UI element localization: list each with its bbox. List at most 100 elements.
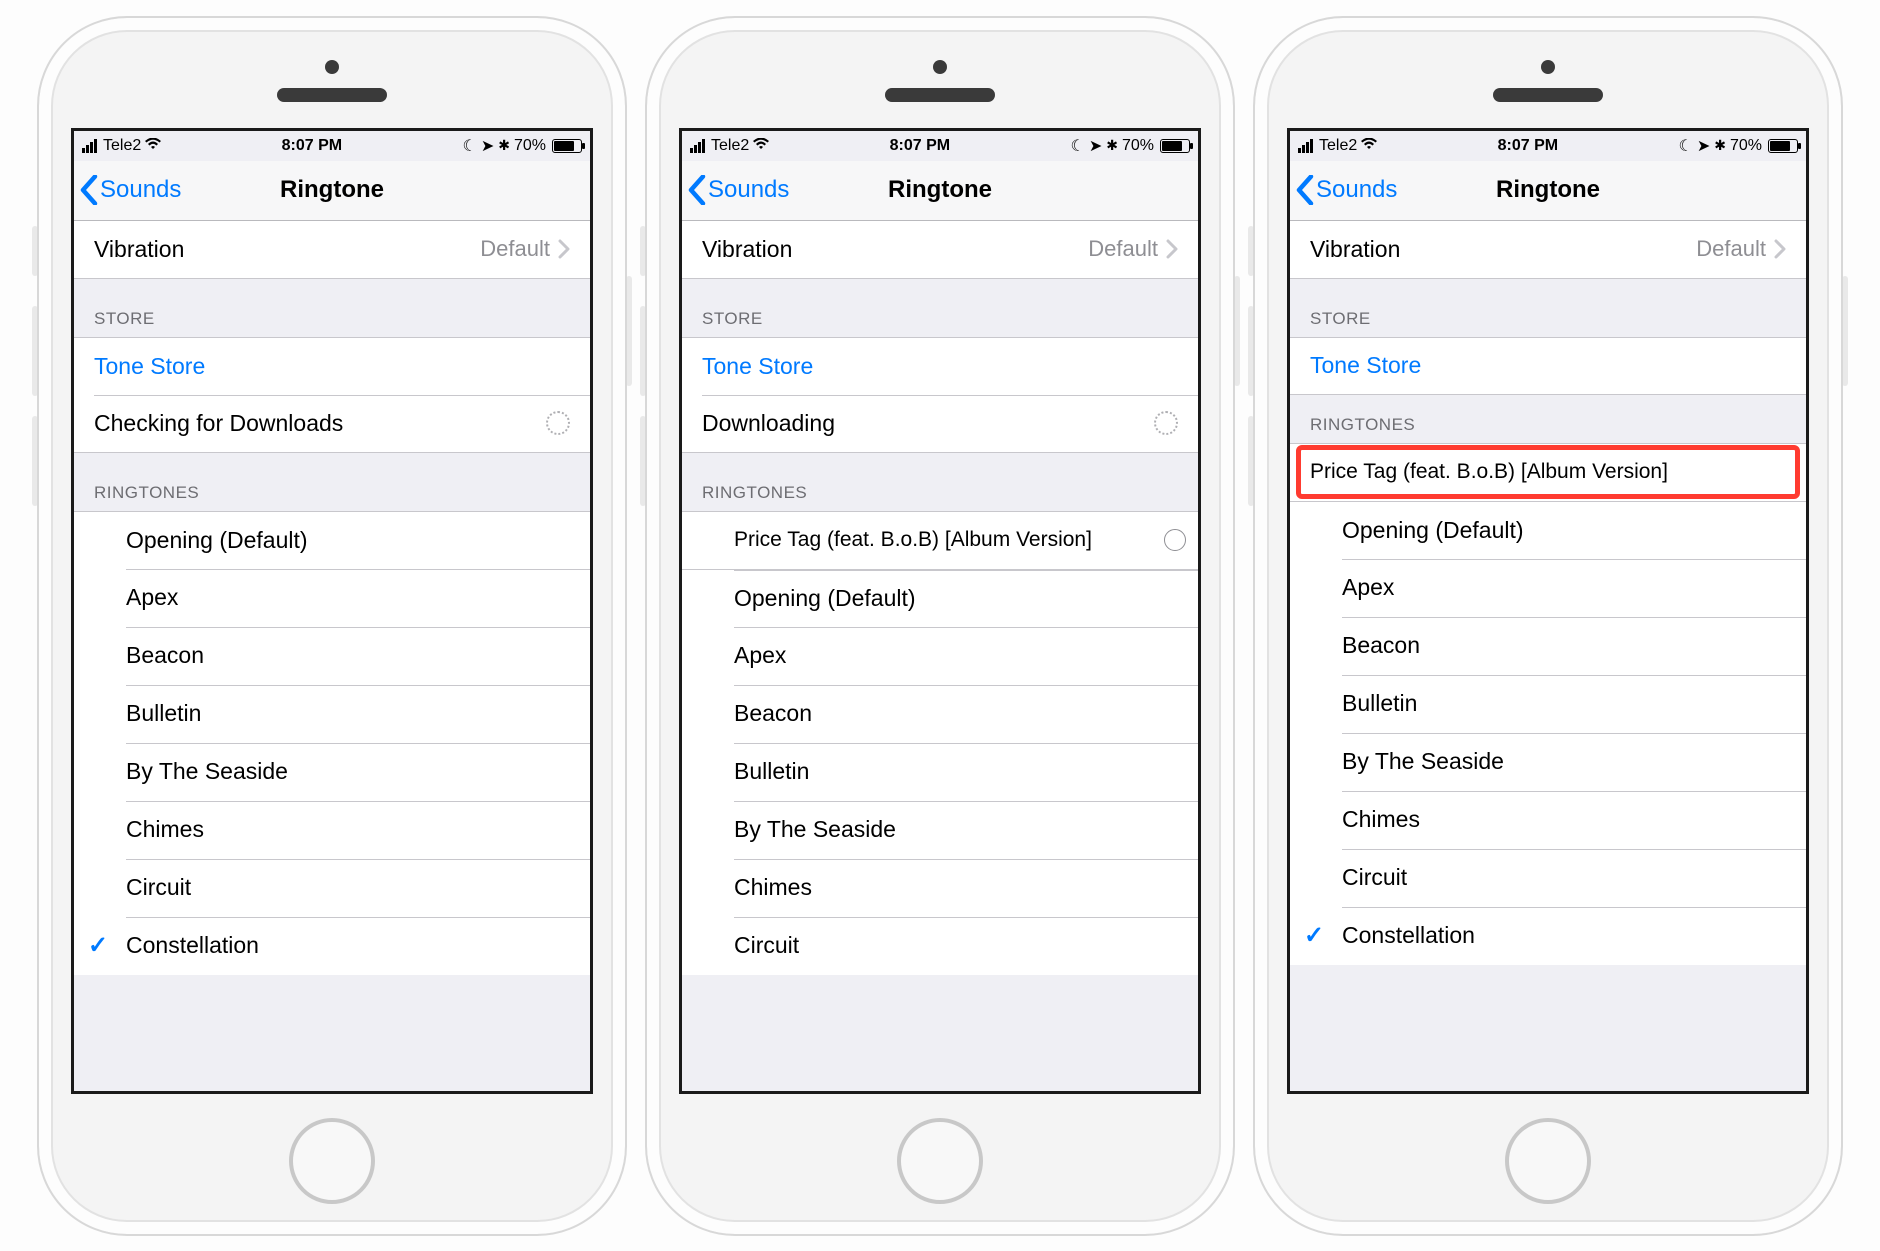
back-button[interactable]: Sounds <box>682 175 789 205</box>
ringtone-chimes[interactable]: Chimes <box>74 801 590 859</box>
ringtone-opening[interactable]: Opening (Default) <box>1290 501 1806 559</box>
dnd-icon: ☾ <box>1070 136 1084 156</box>
ringtone-chimes[interactable]: Chimes <box>1290 791 1806 849</box>
ringtone-beacon[interactable]: Beacon <box>1290 617 1806 675</box>
back-button[interactable]: Sounds <box>74 175 181 205</box>
phone-frame-2: Tele2 8:07 PM ☾ ➤ ✱ 70% Sounds Ringtone <box>645 16 1235 1236</box>
tone-store-row[interactable]: Tone Store <box>682 337 1198 395</box>
ringtone-seaside[interactable]: By The Seaside <box>682 801 1198 859</box>
tone-store-link: Tone Store <box>94 353 205 380</box>
ringtone-opening[interactable]: Opening (Default) <box>682 569 1198 627</box>
ringtone-circuit[interactable]: Circuit <box>1290 849 1806 907</box>
home-button[interactable] <box>897 1118 983 1204</box>
wifi-icon <box>753 137 769 154</box>
vibration-row[interactable]: Vibration Default <box>1290 221 1806 279</box>
vibration-row[interactable]: Vibration Default <box>74 221 590 279</box>
back-label: Sounds <box>100 176 181 204</box>
checkmark-icon: ✓ <box>88 931 108 960</box>
store-header: STORE <box>682 279 1198 337</box>
signal-icon <box>82 139 97 153</box>
battery-icon <box>552 139 582 153</box>
ringtone-constellation[interactable]: ✓ Constellation <box>1290 907 1806 965</box>
chevron-right-icon <box>558 239 570 259</box>
nav-bar: Sounds Ringtone <box>74 161 590 221</box>
battery-percent: 70% <box>514 137 546 155</box>
battery-icon <box>1768 139 1798 153</box>
signal-icon <box>690 139 705 153</box>
back-label: Sounds <box>1316 176 1397 204</box>
ringtones-header: RINGTONES <box>1290 395 1806 443</box>
camera-icon <box>1541 60 1555 74</box>
status-time: 8:07 PM <box>1498 137 1558 155</box>
ringtone-circuit[interactable]: Circuit <box>74 859 590 917</box>
ringtone-apex[interactable]: Apex <box>682 627 1198 685</box>
phone-frame-1: Tele2 8:07 PM ☾ ➤ ✱ 70% Soun <box>37 16 627 1236</box>
vibration-row[interactable]: Vibration Default <box>682 221 1198 279</box>
home-button[interactable] <box>289 1118 375 1204</box>
vibration-label: Vibration <box>702 236 792 263</box>
vibration-value: Default <box>480 236 550 262</box>
ringtone-apex[interactable]: Apex <box>74 569 590 627</box>
back-label: Sounds <box>708 176 789 204</box>
carrier-label: Tele2 <box>1319 137 1357 155</box>
status-time: 8:07 PM <box>282 137 342 155</box>
camera-icon <box>933 60 947 74</box>
wifi-icon <box>145 137 161 154</box>
spinner-icon <box>1154 411 1178 435</box>
checkmark-icon: ✓ <box>1304 921 1324 950</box>
ringtone-bulletin[interactable]: Bulletin <box>1290 675 1806 733</box>
vibration-label: Vibration <box>94 236 184 263</box>
speaker-icon <box>277 88 387 102</box>
status-time: 8:07 PM <box>890 137 950 155</box>
ringtone-bulletin[interactable]: Bulletin <box>74 685 590 743</box>
vibration-value: Default <box>1088 236 1158 262</box>
bluetooth-icon: ✱ <box>1106 137 1118 154</box>
home-button[interactable] <box>1505 1118 1591 1204</box>
dnd-icon: ☾ <box>462 136 476 156</box>
tone-store-link: Tone Store <box>702 353 813 380</box>
speaker-icon <box>885 88 995 102</box>
bluetooth-icon: ✱ <box>498 137 510 154</box>
ringtones-header: RINGTONES <box>682 453 1198 511</box>
camera-icon <box>325 60 339 74</box>
ringtone-opening[interactable]: Opening (Default) <box>74 511 590 569</box>
signal-icon <box>1298 139 1313 153</box>
location-icon: ➤ <box>481 136 494 156</box>
ringtone-beacon[interactable]: Beacon <box>682 685 1198 743</box>
battery-icon <box>1160 139 1190 153</box>
nav-bar: Sounds Ringtone <box>682 161 1198 221</box>
store-header: STORE <box>74 279 590 337</box>
wifi-icon <box>1361 137 1377 154</box>
ringtone-chimes[interactable]: Chimes <box>682 859 1198 917</box>
ringtone-price-tag[interactable]: Price Tag (feat. B.o.B) [Album Version] <box>682 511 1198 569</box>
chevron-right-icon <box>1774 239 1786 259</box>
status-bar: Tele2 8:07 PM ☾ ➤ ✱ 70% <box>74 131 590 161</box>
ringtone-circuit[interactable]: Circuit <box>682 917 1198 975</box>
carrier-label: Tele2 <box>103 137 141 155</box>
battery-percent: 70% <box>1122 137 1154 155</box>
vibration-label: Vibration <box>1310 236 1400 263</box>
store-header: STORE <box>1290 279 1806 337</box>
ringtone-seaside[interactable]: By The Seaside <box>1290 733 1806 791</box>
download-progress-icon <box>1164 529 1186 551</box>
ringtone-price-tag[interactable]: Price Tag (feat. B.o.B) [Album Version] <box>1290 443 1806 501</box>
ringtone-seaside[interactable]: By The Seaside <box>74 743 590 801</box>
spinner-icon <box>546 411 570 435</box>
back-button[interactable]: Sounds <box>1290 175 1397 205</box>
downloading-label: Downloading <box>702 410 835 437</box>
ringtone-bulletin[interactable]: Bulletin <box>682 743 1198 801</box>
tone-store-link: Tone Store <box>1310 352 1421 379</box>
carrier-label: Tele2 <box>711 137 749 155</box>
vibration-value: Default <box>1696 236 1766 262</box>
bluetooth-icon: ✱ <box>1714 137 1726 154</box>
ringtone-beacon[interactable]: Beacon <box>74 627 590 685</box>
ringtone-constellation[interactable]: ✓ Constellation <box>74 917 590 975</box>
ringtone-apex[interactable]: Apex <box>1290 559 1806 617</box>
nav-bar: Sounds Ringtone <box>1290 161 1806 221</box>
tone-store-row[interactable]: Tone Store <box>1290 337 1806 395</box>
tone-store-row[interactable]: Tone Store <box>74 337 590 395</box>
chevron-right-icon <box>1166 239 1178 259</box>
status-bar: Tele2 8:07 PM ☾ ➤ ✱ 70% <box>1290 131 1806 161</box>
downloading-row[interactable]: Downloading <box>682 395 1198 453</box>
checking-downloads-row[interactable]: Checking for Downloads <box>74 395 590 453</box>
